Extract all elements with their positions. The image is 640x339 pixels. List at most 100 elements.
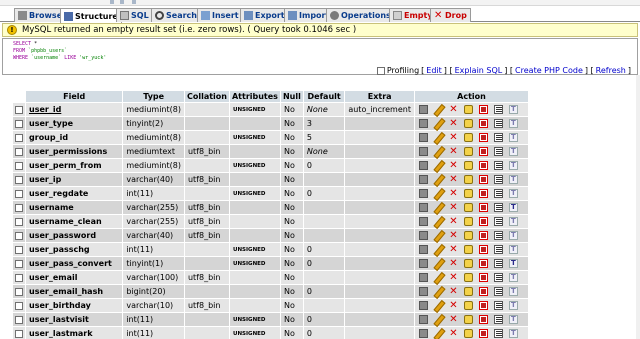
unique-icon[interactable] [479,217,488,226]
field-name[interactable]: user_email [26,271,123,284]
browse-distinct-icon[interactable] [419,245,428,254]
unique-icon[interactable] [479,189,488,198]
field-name[interactable]: user_lastvisit [26,313,123,326]
row-checkbox[interactable] [15,133,23,142]
drop-icon[interactable]: ✕ [449,147,458,157]
header-field[interactable]: Field [26,91,123,102]
edit-icon[interactable] [434,231,443,240]
drop-icon[interactable]: ✕ [449,329,458,339]
fulltext-icon[interactable] [509,161,518,170]
fulltext-icon[interactable] [509,245,518,254]
field-name[interactable]: user_birthday [26,299,123,312]
field-name[interactable]: user_regdate [26,187,123,200]
edit-icon[interactable] [434,273,443,282]
field-name[interactable]: user_pass_convert [26,257,123,270]
row-checkbox[interactable] [15,119,23,128]
header-collation[interactable]: Collation [184,91,229,102]
edit-icon[interactable] [434,301,443,310]
field-name[interactable]: username [26,201,123,214]
fulltext-icon[interactable] [509,301,518,310]
fulltext-icon[interactable] [509,259,518,268]
browse-distinct-icon[interactable] [419,203,428,212]
browse-distinct-icon[interactable] [419,259,428,268]
index-icon[interactable] [494,245,503,254]
scrollbar[interactable] [636,75,640,339]
fulltext-icon[interactable] [509,217,518,226]
field-name[interactable]: user_lastmark [26,327,123,339]
tab-browse[interactable]: Browse [14,8,67,22]
drop-icon[interactable]: ✕ [449,315,458,325]
drop-icon[interactable]: ✕ [449,217,458,227]
field-name[interactable]: user_perm_from [26,159,123,172]
browse-distinct-icon[interactable] [419,231,428,240]
primary-key-icon[interactable] [464,231,473,240]
primary-key-icon[interactable] [464,245,473,254]
fulltext-icon[interactable] [509,273,518,282]
primary-key-icon[interactable] [464,217,473,226]
drop-icon[interactable]: ✕ [449,105,458,115]
index-icon[interactable] [494,301,503,310]
browse-distinct-icon[interactable] [419,329,428,338]
edit-icon[interactable] [434,105,443,114]
unique-icon[interactable] [479,287,488,296]
tab-insert[interactable]: Insert [197,8,243,22]
browse-distinct-icon[interactable] [419,105,428,114]
field-name[interactable]: user_passchg [26,243,123,256]
primary-key-icon[interactable] [464,189,473,198]
fulltext-icon[interactable] [509,175,518,184]
drop-icon[interactable]: ✕ [449,287,458,297]
tab-export[interactable]: Export [240,8,289,22]
drop-icon[interactable]: ✕ [449,301,458,311]
header-extra[interactable]: Extra [345,91,414,102]
row-checkbox[interactable] [15,315,23,324]
profiling-checkbox[interactable] [376,66,385,75]
row-checkbox[interactable] [15,161,23,170]
field-name[interactable]: user_password [26,229,123,242]
browse-distinct-icon[interactable] [419,161,428,170]
tab-structure[interactable]: Structure [60,8,122,23]
row-checkbox[interactable] [15,245,23,254]
fulltext-icon[interactable] [509,189,518,198]
edit-icon[interactable] [434,245,443,254]
drop-icon[interactable]: ✕ [449,273,458,283]
fulltext-icon[interactable] [509,133,518,142]
primary-key-icon[interactable] [464,259,473,268]
index-icon[interactable] [494,259,503,268]
edit-icon[interactable] [434,133,443,142]
edit-icon[interactable] [434,147,443,156]
create-php-code-link[interactable]: Create PHP Code [515,66,583,75]
tab-drop[interactable]: ✕ Drop [430,8,471,22]
primary-key-icon[interactable] [464,287,473,296]
fulltext-icon[interactable] [509,119,518,128]
edit-icon[interactable] [434,315,443,324]
edit-icon[interactable] [434,217,443,226]
row-checkbox[interactable] [15,231,23,240]
field-name[interactable]: user_ip [26,173,123,186]
browse-distinct-icon[interactable] [419,301,428,310]
index-icon[interactable] [494,147,503,156]
drop-icon[interactable]: ✕ [449,161,458,171]
index-icon[interactable] [494,329,503,338]
index-icon[interactable] [494,287,503,296]
edit-icon[interactable] [434,189,443,198]
browse-distinct-icon[interactable] [419,147,428,156]
unique-icon[interactable] [479,119,488,128]
tab-operations[interactable]: Operations [326,8,395,22]
index-icon[interactable] [494,105,503,114]
header-null[interactable]: Null [280,91,303,102]
index-icon[interactable] [494,273,503,282]
fulltext-icon[interactable] [509,105,518,114]
index-icon[interactable] [494,217,503,226]
primary-key-icon[interactable] [464,119,473,128]
unique-icon[interactable] [479,245,488,254]
row-checkbox[interactable] [15,217,23,226]
drop-icon[interactable]: ✕ [449,231,458,241]
fulltext-icon[interactable] [509,147,518,156]
unique-icon[interactable] [479,175,488,184]
primary-key-icon[interactable] [464,203,473,212]
field-name[interactable]: user_email_hash [26,285,123,298]
drop-icon[interactable]: ✕ [449,203,458,213]
primary-key-icon[interactable] [464,273,473,282]
row-checkbox[interactable] [15,301,23,310]
browse-distinct-icon[interactable] [419,273,428,282]
